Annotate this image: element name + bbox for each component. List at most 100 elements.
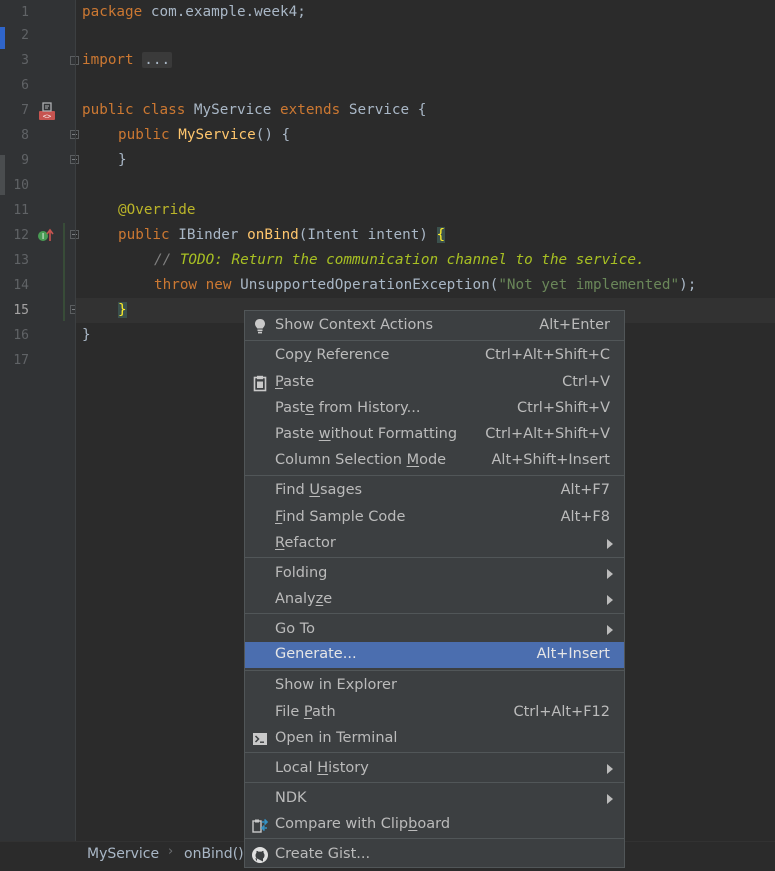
menu-label: Compare with Clipboard: [275, 816, 451, 832]
submenu-arrow-icon: [607, 625, 613, 635]
menu-shortcut: Ctrl+Alt+Shift+V: [485, 426, 610, 442]
keyword: class: [142, 102, 186, 118]
code-text: );: [679, 277, 697, 293]
svg-text:<>: <>: [43, 113, 51, 121]
menu-label: Local History: [275, 760, 369, 776]
menu-item-copy-reference[interactable]: Copy Reference Ctrl+Alt+Shift+C: [245, 343, 624, 369]
keyword: package: [82, 4, 143, 20]
code-line-1: package com.example.week4;: [82, 0, 306, 25]
menu-separator: [245, 838, 624, 839]
code-line-3: import ...: [82, 48, 173, 73]
menu-shortcut: Ctrl+Alt+Shift+C: [485, 347, 610, 363]
code-line-15: }: [118, 298, 127, 323]
change-marker: [63, 223, 65, 321]
menu-item-paste-without-formatting[interactable]: Paste without Formatting Ctrl+Alt+Shift+…: [245, 422, 624, 448]
menu-separator: [245, 475, 624, 476]
menu-shortcut: Alt+Enter: [539, 317, 610, 333]
menu-item-find-sample-code[interactable]: Find Sample Code Alt+F8: [245, 505, 624, 531]
menu-shortcut: Ctrl+Shift+V: [517, 400, 610, 416]
menu-item-open-in-terminal[interactable]: Open in Terminal: [245, 726, 624, 752]
line-number: 2: [21, 28, 29, 43]
clipboard-icon: [253, 375, 267, 392]
menu-shortcut: Ctrl+Alt+F12: [513, 704, 610, 720]
menu-item-generate[interactable]: Generate... Alt+Insert: [245, 642, 624, 668]
code-line-13: // TODO: Return the communication channe…: [154, 248, 645, 273]
menu-item-refactor[interactable]: Refactor: [245, 531, 624, 557]
line-number: 17: [13, 353, 29, 368]
breadcrumb-class[interactable]: MyService: [87, 846, 159, 862]
menu-label: Create Gist...: [275, 846, 371, 862]
menu-item-show-context-actions[interactable]: Show Context Actions Alt+Enter: [245, 313, 624, 339]
menu-label: Paste from History...: [275, 400, 421, 416]
code-line-16: }: [82, 323, 91, 348]
menu-item-file-path[interactable]: File Path Ctrl+Alt+F12: [245, 700, 624, 726]
menu-separator: [245, 782, 624, 783]
menu-label: Show Context Actions: [275, 317, 434, 333]
menu-label: Go To: [275, 621, 315, 637]
menu-label: NDK: [275, 790, 307, 806]
line-number: 9: [21, 153, 29, 168]
line-number: 6: [21, 78, 29, 93]
menu-shortcut: Alt+Shift+Insert: [491, 452, 610, 468]
code-line-11: @Override: [118, 198, 195, 223]
menu-item-go-to[interactable]: Go To: [245, 617, 624, 643]
menu-item-column-selection-mode[interactable]: Column Selection Mode Alt+Shift+Insert: [245, 448, 624, 474]
line-number: 13: [13, 253, 29, 268]
menu-separator: [245, 557, 624, 558]
menu-label: Copy Reference: [275, 347, 390, 363]
menu-label: Find Usages: [275, 482, 363, 498]
svg-text:I: I: [42, 232, 44, 241]
return-type: IBinder: [178, 227, 239, 243]
package-name: com.example.week4;: [142, 4, 306, 20]
breadcrumb-separator: ›: [168, 844, 174, 859]
menu-label: Show in Explorer: [275, 677, 397, 693]
menu-item-local-history[interactable]: Local History: [245, 756, 624, 782]
android-manifest-icon[interactable]: <>: [37, 101, 57, 121]
strip-marker: [0, 155, 5, 195]
annotation: @Override: [118, 202, 196, 218]
menu-label: Paste: [275, 374, 315, 390]
keyword: extends: [280, 102, 341, 118]
terminal-icon: [253, 733, 267, 745]
superclass: Service {: [348, 102, 427, 118]
menu-item-folding[interactable]: Folding: [245, 561, 624, 587]
keyword: new: [205, 277, 232, 293]
line-number-current: 15: [13, 303, 29, 318]
compare-icon: [252, 818, 269, 833]
menu-item-paste-from-history[interactable]: Paste from History... Ctrl+Shift+V: [245, 396, 624, 422]
overrides-method-icon[interactable]: I: [37, 227, 55, 245]
line-number: 14: [13, 278, 29, 293]
menu-item-paste[interactable]: Paste Ctrl+V: [245, 370, 624, 396]
gutter-divider: [75, 0, 76, 841]
lightbulb-icon: [255, 319, 265, 334]
menu-item-analyze[interactable]: Analyze: [245, 587, 624, 613]
tool-window-strip: [0, 0, 7, 841]
context-menu: Show Context Actions Alt+Enter Copy Refe…: [244, 310, 625, 868]
line-number: 3: [21, 53, 29, 68]
menu-item-ndk[interactable]: NDK: [245, 786, 624, 812]
menu-label: File Path: [275, 704, 336, 720]
line-gutter[interactable]: 1 2 3 6 7 8 9 10 11 12 13 14 15 16 17 <>…: [7, 0, 79, 841]
matched-brace: }: [118, 302, 127, 318]
menu-item-find-usages[interactable]: Find Usages Alt+F7: [245, 478, 624, 504]
menu-label: Find Sample Code: [275, 509, 406, 525]
menu-item-create-gist[interactable]: Create Gist...: [245, 842, 624, 868]
line-number: 11: [13, 203, 29, 218]
keyword: import: [82, 52, 134, 68]
breadcrumb-method[interactable]: onBind(): [184, 846, 244, 862]
folded-imports[interactable]: ...: [142, 52, 173, 68]
line-number: 7: [21, 103, 29, 118]
menu-item-compare-with-clipboard[interactable]: Compare with Clipboard: [245, 812, 624, 838]
code-line-8: public MyService() {: [118, 123, 290, 148]
menu-shortcut: Alt+F8: [560, 509, 610, 525]
exception-class: UnsupportedOperationException(: [240, 277, 499, 293]
line-number: 1: [21, 5, 29, 20]
menu-label: Column Selection Mode: [275, 452, 447, 468]
method-name: onBind: [247, 227, 299, 243]
string-literal: "Not yet implemented": [498, 277, 680, 293]
comment: //: [154, 252, 180, 268]
code-text: }: [118, 152, 127, 168]
class-name: MyService: [193, 102, 272, 118]
menu-label: Analyze: [275, 591, 333, 607]
menu-item-show-in-explorer[interactable]: Show in Explorer: [245, 673, 624, 699]
